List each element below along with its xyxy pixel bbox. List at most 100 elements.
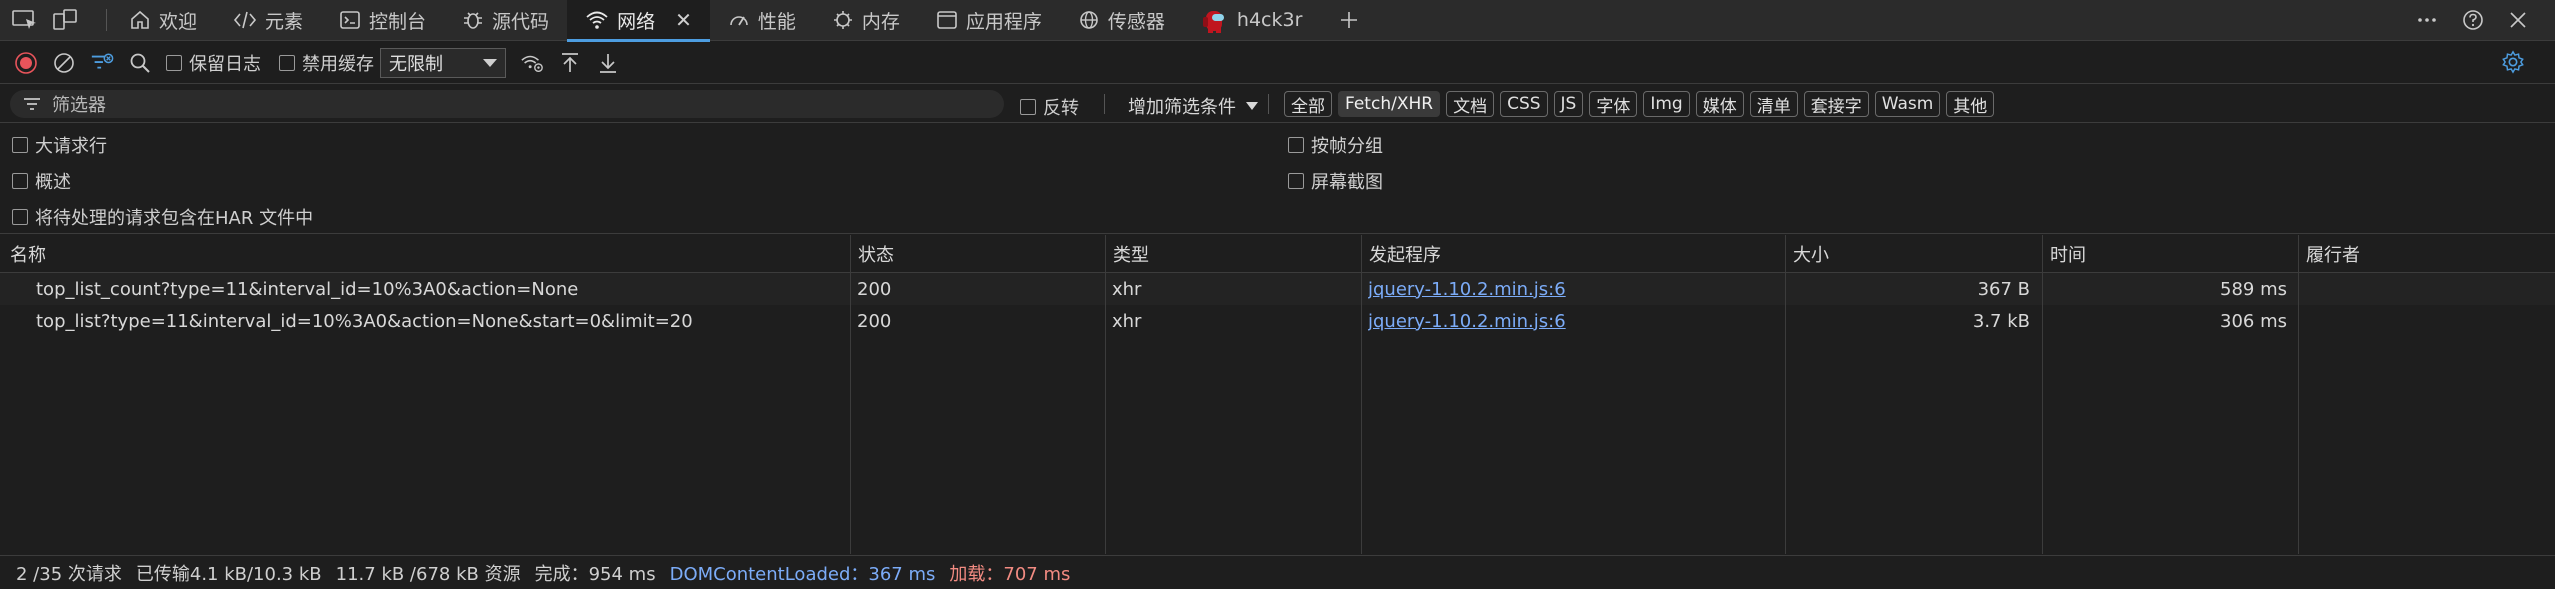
- cell-status: 200: [857, 278, 892, 300]
- column-divider[interactable]: [1105, 235, 1106, 554]
- bug-icon: [462, 9, 484, 31]
- overview-label: 概述: [35, 172, 71, 193]
- header-size[interactable]: 大小: [1785, 235, 1829, 273]
- column-divider[interactable]: [1361, 235, 1362, 554]
- more-options-icon[interactable]: [2415, 9, 2439, 31]
- header-status[interactable]: 状态: [850, 235, 894, 273]
- chevron-down-icon: [483, 58, 497, 67]
- column-divider[interactable]: [1785, 235, 1786, 554]
- header-fulfilled-by[interactable]: 履行者: [2298, 235, 2360, 273]
- close-tab-icon[interactable]: ✕: [675, 8, 692, 32]
- tab-console-label: 控制台: [369, 10, 427, 33]
- clear-icon[interactable]: [52, 51, 76, 75]
- tab-performance-label: 性能: [757, 10, 796, 33]
- device-emulation-icon[interactable]: [52, 9, 78, 31]
- globe-icon: [1078, 9, 1100, 31]
- cell-name: top_list_count?type=11&interval_id=10%3A…: [36, 278, 579, 300]
- har-pending-checkbox[interactable]: 将待处理的请求包含在HAR 文件中: [12, 204, 313, 230]
- tab-application[interactable]: 应用程序: [918, 0, 1060, 41]
- tab-memory[interactable]: 内存: [814, 0, 918, 41]
- tab-performance[interactable]: 性能: [710, 0, 814, 41]
- divider: [1104, 94, 1105, 114]
- type-filter-media[interactable]: 媒体: [1695, 91, 1744, 117]
- preserve-log-checkbox[interactable]: 保留日志: [166, 50, 261, 76]
- tab-network[interactable]: 网络 ✕: [567, 0, 710, 42]
- filter-icon: [22, 96, 42, 112]
- tab-elements[interactable]: 元素: [215, 0, 321, 41]
- request-count: 2 /35 次请求: [16, 563, 122, 585]
- cell-name: top_list?type=11&interval_id=10%3A0&acti…: [36, 310, 693, 332]
- table-row[interactable]: top_list_count?type=11&interval_id=10%3A…: [0, 273, 2555, 305]
- request-table: top_list_count?type=11&interval_id=10%3A…: [0, 235, 2555, 554]
- plus-icon: [1338, 9, 1360, 31]
- group-by-frame-checkbox[interactable]: 按帧分组: [1288, 132, 1383, 158]
- add-tab-button[interactable]: [1320, 0, 1378, 41]
- invert-checkbox[interactable]: 反转: [1020, 94, 1079, 120]
- code-brackets-icon: [233, 9, 257, 31]
- type-filter-other[interactable]: 其他: [1946, 91, 1995, 117]
- type-filter-fetch-xhr[interactable]: Fetch/XHR: [1338, 91, 1441, 117]
- inspect-element-icon[interactable]: [12, 9, 38, 31]
- tab-sensors[interactable]: 传感器: [1060, 0, 1183, 41]
- tab-console[interactable]: 控制台: [321, 0, 444, 41]
- gauge-icon: [728, 9, 750, 31]
- filter-placeholder: 筛选器: [52, 95, 106, 116]
- type-filter-wasm[interactable]: Wasm: [1874, 91, 1941, 117]
- cell-status: 200: [857, 310, 892, 332]
- checkbox-box: [12, 173, 28, 189]
- help-icon[interactable]: [2461, 8, 2485, 32]
- more-filters-dropdown[interactable]: 增加筛选条件: [1128, 93, 1258, 119]
- overview-checkbox[interactable]: 概述: [12, 168, 71, 194]
- network-options: 大请求行 概述 将待处理的请求包含在HAR 文件中 按帧分组 屏幕截图: [0, 124, 2555, 234]
- header-type[interactable]: 类型: [1105, 235, 1149, 273]
- invert-label: 反转: [1043, 98, 1079, 119]
- cell-initiator-link[interactable]: jquery-1.10.2.min.js:6: [1368, 273, 1768, 305]
- header-name[interactable]: 名称: [2, 235, 46, 273]
- record-stop-icon[interactable]: [14, 51, 38, 75]
- column-divider[interactable]: [2042, 235, 2043, 554]
- type-filter-css[interactable]: CSS: [1500, 91, 1548, 117]
- tab-sources[interactable]: 源代码: [444, 0, 567, 41]
- type-filter-font[interactable]: 字体: [1589, 91, 1638, 117]
- big-request-rows-checkbox[interactable]: 大请求行: [12, 132, 107, 158]
- import-har-icon[interactable]: [558, 51, 582, 75]
- type-filter-doc[interactable]: 文档: [1446, 91, 1495, 117]
- search-icon[interactable]: [128, 51, 152, 75]
- type-filter-manifest[interactable]: 清单: [1749, 91, 1798, 117]
- big-request-rows-label: 大请求行: [35, 136, 107, 157]
- disable-cache-checkbox[interactable]: 禁用缓存: [279, 50, 374, 76]
- header-initiator[interactable]: 发起程序: [1361, 235, 1441, 273]
- devtools-tab-bar: 欢迎 元素 控制台 源代码 网络 ✕ 性能 内存 应用程序 传感器 h4ck3r: [0, 0, 2555, 42]
- tab-extension[interactable]: h4ck3r: [1183, 0, 1320, 41]
- tab-welcome[interactable]: 欢迎: [111, 0, 215, 41]
- cell-time: 589 ms: [2220, 278, 2287, 300]
- close-devtools-icon[interactable]: [2507, 9, 2529, 31]
- table-row[interactable]: top_list?type=11&interval_id=10%3A0&acti…: [0, 305, 2555, 337]
- type-filter-js[interactable]: JS: [1553, 91, 1584, 117]
- screenshots-checkbox[interactable]: 屏幕截图: [1288, 168, 1383, 194]
- column-divider[interactable]: [2298, 235, 2299, 554]
- resources-size: 11.7 kB /678 kB 资源: [335, 563, 521, 585]
- throttling-select[interactable]: 无限制: [380, 47, 506, 78]
- type-filter-img[interactable]: Img: [1643, 91, 1690, 117]
- cell-type: xhr: [1112, 278, 1142, 300]
- checkbox-box: [166, 54, 182, 71]
- memory-chip-icon: [832, 9, 854, 31]
- checkbox-box: [1288, 137, 1304, 153]
- cell-initiator-link[interactable]: jquery-1.10.2.min.js:6: [1368, 305, 1768, 337]
- header-time[interactable]: 时间: [2042, 235, 2086, 273]
- screenshots-label: 屏幕截图: [1311, 172, 1383, 193]
- type-filter-all[interactable]: 全部: [1284, 91, 1332, 117]
- network-conditions-icon[interactable]: [520, 51, 544, 75]
- cell-time: 306 ms: [2220, 310, 2287, 332]
- tab-extension-label: h4ck3r: [1236, 9, 1303, 31]
- filter-input[interactable]: 筛选器: [10, 90, 1004, 118]
- type-filter-socket[interactable]: 套接字: [1803, 91, 1869, 117]
- checkbox-box: [12, 137, 28, 153]
- filter-clear-icon[interactable]: [90, 51, 114, 75]
- network-settings-icon[interactable]: [2501, 50, 2525, 74]
- export-har-icon[interactable]: [596, 51, 620, 75]
- column-divider[interactable]: [850, 235, 851, 554]
- console-icon: [339, 9, 361, 31]
- right-tools: [2415, 8, 2555, 32]
